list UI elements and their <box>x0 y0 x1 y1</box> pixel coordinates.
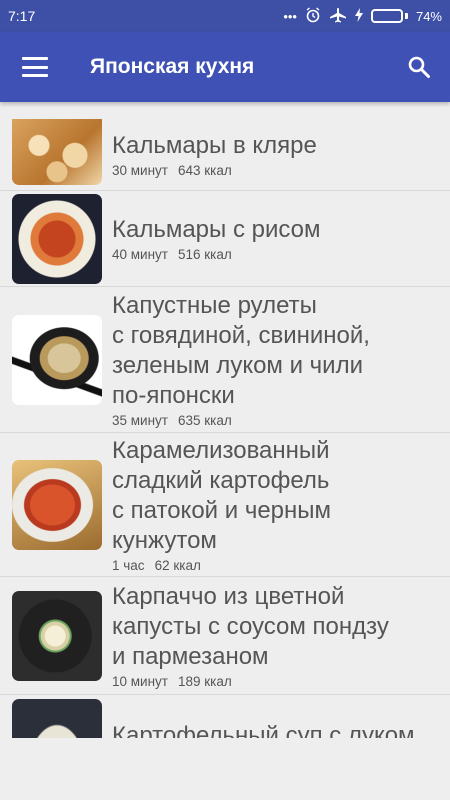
recipe-calories: 189 ккал <box>177 674 232 689</box>
recipe-time: 35 минут <box>112 413 168 428</box>
alarm-icon <box>305 6 321 26</box>
search-icon[interactable] <box>404 52 434 82</box>
recipe-thumbnail <box>12 459 102 550</box>
app-bar: Японская кухня <box>0 32 450 102</box>
recipe-name: Капустные рулеты с говядиной, свининой, … <box>112 292 370 409</box>
recipe-calories: 635 ккал <box>177 413 232 428</box>
hamburger-menu-icon[interactable] <box>22 57 48 77</box>
recipe-thumbnail <box>12 193 102 284</box>
recipe-name: Кальмары с рисом <box>112 216 321 243</box>
page-title: Японская кухня <box>90 55 255 78</box>
battery-percent: 74% <box>415 8 442 24</box>
recipe-item[interactable]: Карпаччо из цветной капусты с соусом пон… <box>0 577 450 695</box>
recipe-calories: 643 ккал <box>177 162 232 178</box>
status-time: 7:17 <box>8 8 36 24</box>
recipe-calories: 516 ккал <box>177 247 232 262</box>
recipe-name: Карамелизованный сладкий картофель с пат… <box>112 437 332 554</box>
recipe-item[interactable]: Капустные рулеты с говядиной, свининой, … <box>0 287 450 433</box>
recipe-name: Кальмары в кляре <box>112 131 317 159</box>
recipe-calories: 62 ккал <box>154 558 201 573</box>
recipe-name: Картофельный суп с луком <box>112 722 415 738</box>
status-bar: 7:17 ••• 74% <box>0 0 450 32</box>
recipe-thumbnail <box>12 314 102 405</box>
battery-icon <box>370 9 408 23</box>
recipe-time: 40 минут <box>112 247 168 262</box>
recipe-item[interactable]: Карамелизованный сладкий картофель с пат… <box>0 433 450 577</box>
recipe-list[interactable]: Кальмары в кляре 30 минут 643 ккал Кальма… <box>0 118 450 738</box>
airplane-mode-icon <box>329 7 347 26</box>
recipe-time: 10 минут <box>112 674 168 689</box>
recipe-item[interactable]: Кальмары с рисом 40 минут 516 ккал <box>0 191 450 287</box>
recipe-thumbnail <box>12 119 102 185</box>
more-dots-icon: ••• <box>283 8 297 24</box>
recipe-thumbnail <box>12 590 102 681</box>
recipe-item[interactable]: Кальмары в кляре 30 минут 643 ккал <box>0 118 450 191</box>
recipe-thumbnail <box>12 699 102 738</box>
recipe-time: 30 минут <box>112 162 168 178</box>
recipe-item[interactable]: Картофельный суп с луком <box>0 695 450 738</box>
recipe-name: Карпаччо из цветной капусты с соусом пон… <box>112 583 389 670</box>
charging-icon <box>354 7 363 25</box>
recipe-time: 1 час <box>112 558 145 573</box>
